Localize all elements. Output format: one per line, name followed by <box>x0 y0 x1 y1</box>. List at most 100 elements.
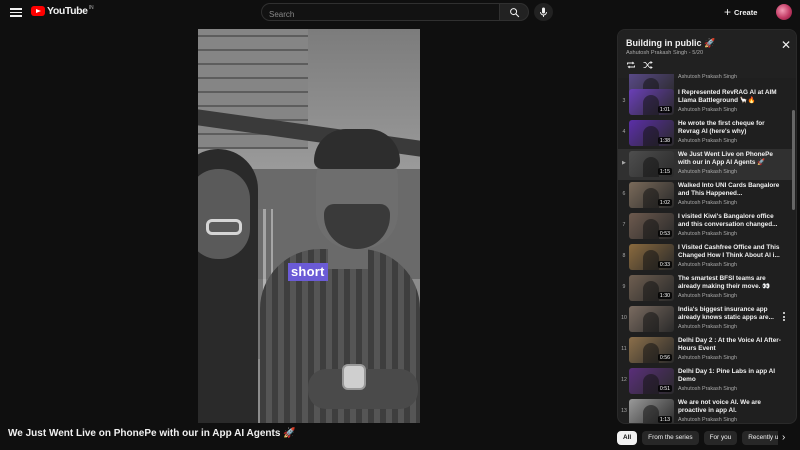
thumbnail-figure <box>643 250 659 270</box>
playlist-item[interactable]: 3 1:01 I Represented RevRAG AI at AIM Llam… <box>618 87 792 118</box>
menu-icon[interactable] <box>10 6 22 18</box>
chevron-right-icon[interactable]: › <box>782 433 790 443</box>
playlist-item-title[interactable]: He wrote the first cheque for Revrag AI … <box>678 120 786 136</box>
duration-badge: 0:53 <box>657 230 672 237</box>
thumbnail-figure <box>643 126 659 146</box>
playlist-scrollbar[interactable] <box>792 110 795 210</box>
playlist-item-title[interactable]: Walked Into UNI Cards Bangalore and This… <box>678 182 786 198</box>
playlist-item-thumbnail[interactable]: 0:33 <box>629 244 674 270</box>
playlist-item-title[interactable]: India's biggest insurance app already kn… <box>678 306 786 322</box>
playlist-item[interactable]: 8 0:33 I Visited Cashfree Office and This … <box>618 242 792 273</box>
playlist-item-channel: Ashutosh Prakash Singh <box>678 107 738 113</box>
close-icon[interactable]: ✕ <box>781 39 791 51</box>
duration-badge: 1:38 <box>657 137 672 144</box>
playlist-item-thumbnail[interactable]: 0:56 <box>629 337 674 363</box>
playlist-item[interactable]: 10 India's biggest insurance app already … <box>618 304 792 335</box>
playlist-panel: Building in public 🚀 Ashutosh Prakash Si… <box>617 29 797 424</box>
search-box <box>261 3 500 23</box>
duration-badge: 1:02 <box>657 199 672 206</box>
playlist-item[interactable]: 6 1:02 Walked Into UNI Cards Bangalore and… <box>618 180 792 211</box>
duration-badge: 1:30 <box>657 292 672 299</box>
create-button[interactable]: + Create <box>724 4 757 20</box>
playlist-item[interactable]: 12 0:51 Delhi Day 1: Pine Labs in app AI D… <box>618 366 792 397</box>
playlist-items: Ashutosh Prakash Singh 3 1:01 I Represented… <box>618 74 796 423</box>
thumbnail-figure <box>643 95 659 115</box>
thumbnail-figure <box>643 188 659 208</box>
playlist-item-title[interactable]: We Just Went Live on PhonePe with our in… <box>678 151 786 167</box>
playlist-item-thumbnail[interactable]: 1:02 <box>629 182 674 208</box>
playlist-item-channel: Ashutosh Prakash Singh <box>678 200 738 206</box>
thumbnail-figure <box>643 374 659 394</box>
playlist-item-title[interactable]: Delhi Day 2 : At the Voice AI After-Hour… <box>678 337 786 353</box>
playlist-item[interactable]: 7 0:53 I visited Kiwi's Bangalore office a… <box>618 211 792 242</box>
thumbnail-figure <box>643 312 659 332</box>
playlist-item-title[interactable]: I visited Kiwi's Bangalore office and th… <box>678 213 786 229</box>
video-frame-glasses <box>206 219 242 235</box>
playlist-item-title[interactable]: We are not voice AI. We are proactive in… <box>678 399 786 415</box>
chip-recently-uploaded[interactable]: Recently uploaded <box>742 431 778 445</box>
playlist-item-thumbnail[interactable]: 0:51 <box>629 368 674 394</box>
playlist-item-index: 11 <box>621 346 627 352</box>
playlist-item-channel: Ashutosh Prakash Singh <box>678 74 738 80</box>
playlist-item[interactable]: ▶ 1:15 We Just Went Live on PhonePe with o… <box>618 149 792 180</box>
now-playing-icon: ▶ <box>622 160 626 166</box>
playlist-owner-position: Ashutosh Prakash Singh - 5/20 <box>626 50 704 56</box>
thumbnail-figure <box>643 157 659 177</box>
playlist-item-channel: Ashutosh Prakash Singh <box>678 417 738 423</box>
playlist-item-channel: Ashutosh Prakash Singh <box>678 169 738 175</box>
voice-search-button[interactable] <box>534 3 553 21</box>
short-overlay-label: short <box>288 263 328 281</box>
playlist-item-title[interactable]: I Visited Cashfree Office and This Chang… <box>678 244 786 260</box>
playlist-item-channel: Ashutosh Prakash Singh <box>678 355 738 361</box>
video-frame-head-left <box>198 169 250 259</box>
duration-badge: 1:13 <box>657 416 672 423</box>
video-frame-hair <box>314 129 400 169</box>
loop-icon[interactable] <box>626 61 636 69</box>
avatar[interactable] <box>776 4 792 20</box>
playlist-item-channel: Ashutosh Prakash Singh <box>678 386 738 392</box>
playlist-item-index: 9 <box>622 284 626 290</box>
playlist-item-thumbnail[interactable]: 1:13 <box>629 399 674 423</box>
playlist-item-index: 13 <box>621 408 627 414</box>
playlist-item-channel: Ashutosh Prakash Singh <box>678 138 738 144</box>
playlist-item[interactable]: 9 1:30 The smartest BFSI teams are already… <box>618 273 792 304</box>
logo-text: YouTube <box>47 5 88 17</box>
playlist-item-title[interactable]: Delhi Day 1: Pine Labs in app AI Demo <box>678 368 786 384</box>
video-player[interactable] <box>198 29 420 423</box>
thumbnail-figure <box>643 281 659 301</box>
playlist-item[interactable]: 11 0:56 Delhi Day 2 : At the Voice AI Afte… <box>618 335 792 366</box>
search-icon <box>509 7 519 17</box>
video-title: We Just Went Live on PhonePe with our in… <box>8 428 296 439</box>
playlist-item-thumbnail[interactable]: 1:30 <box>629 275 674 301</box>
playlist-header: Building in public 🚀 Ashutosh Prakash Si… <box>618 30 796 78</box>
playlist-item[interactable]: 4 1:38 He wrote the first cheque for Revra… <box>618 118 792 149</box>
playlist-title[interactable]: Building in public 🚀 <box>626 38 715 49</box>
thumbnail-figure <box>643 219 659 239</box>
mic-icon <box>540 7 547 17</box>
playlist-item-title[interactable]: I Represented RevRAG AI at AIM Llama Bat… <box>678 89 786 105</box>
more-options-icon[interactable] <box>782 312 786 323</box>
playlist-item-index: 10 <box>621 315 627 321</box>
shuffle-icon[interactable] <box>643 61 653 69</box>
playlist-item-thumbnail[interactable]: 0:53 <box>629 213 674 239</box>
playlist-item-index: 6 <box>622 191 626 197</box>
youtube-logo[interactable]: YouTube IN <box>31 5 94 17</box>
playlist-item-thumbnail[interactable] <box>629 306 674 332</box>
chip-for-you[interactable]: For you <box>703 431 738 445</box>
playlist-item-thumbnail[interactable]: 1:01 <box>629 89 674 115</box>
chip-from-the-series[interactable]: From the series <box>642 431 699 445</box>
chip-all[interactable]: All <box>617 431 638 445</box>
playlist-item[interactable]: 13 1:13 We are not voice AI. We are proact… <box>618 397 792 423</box>
masthead: YouTube IN + Create <box>0 0 800 24</box>
chip-row: All From the series For you Recently upload… <box>617 431 778 445</box>
playlist-item-thumbnail[interactable]: 1:15 <box>629 151 674 177</box>
duration-badge: 0:56 <box>657 354 672 361</box>
playlist-item-index: 12 <box>621 377 627 383</box>
duration-badge: 0:51 <box>657 385 672 392</box>
playlist-item-thumbnail[interactable]: 1:38 <box>629 120 674 146</box>
thumbnail-figure <box>643 343 659 363</box>
search-button[interactable] <box>499 3 529 21</box>
search-input[interactable] <box>262 6 499 23</box>
playlist-item-index: 8 <box>622 253 626 259</box>
playlist-item-title[interactable]: The smartest BFSI teams are already maki… <box>678 275 786 291</box>
